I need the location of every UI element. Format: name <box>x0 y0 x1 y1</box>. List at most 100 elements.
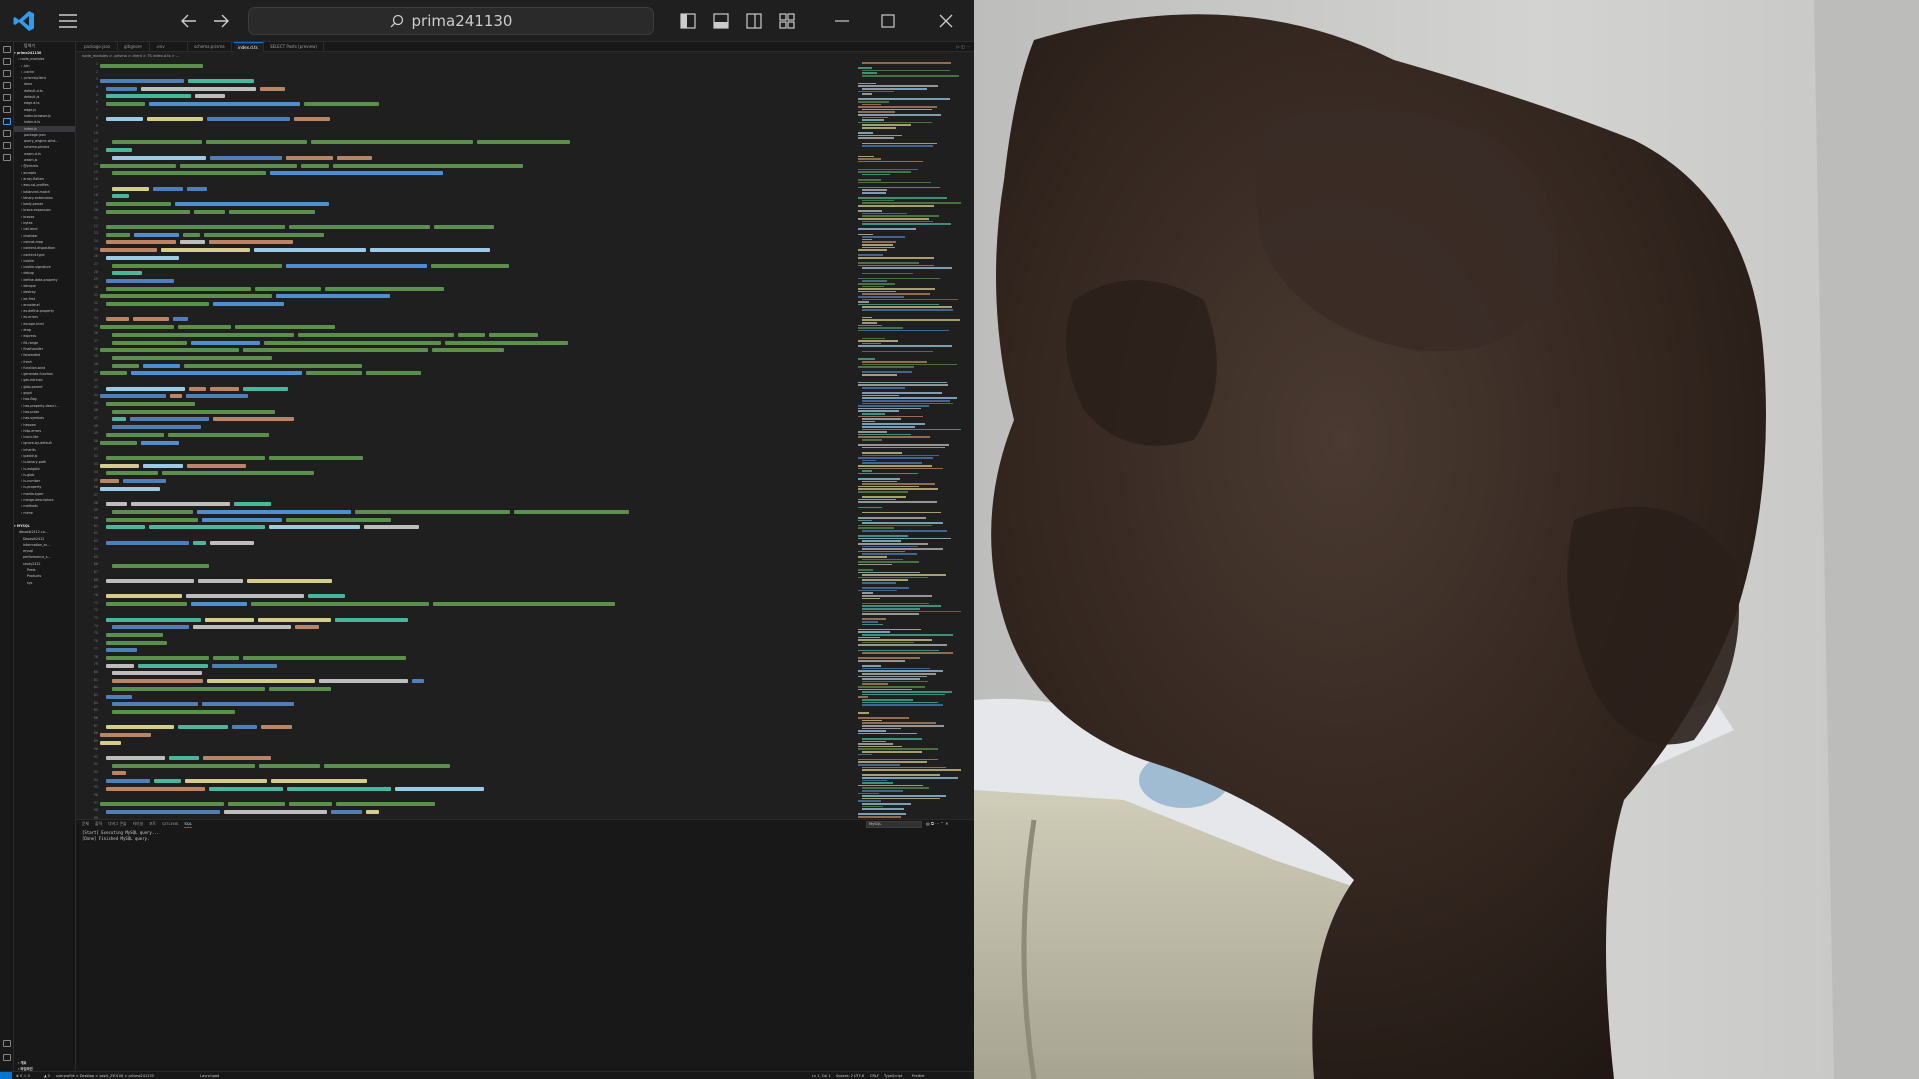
panel-tab[interactable]: 포트 <box>149 820 156 828</box>
extensions-icon[interactable] <box>3 94 11 101</box>
panel-tab[interactable]: GITLENS <box>162 820 178 828</box>
editor-tabs: ▷ ◫ ⋯ package.json gitignore .env schema.pr… <box>76 42 974 52</box>
remote-indicator-icon[interactable] <box>0 1072 12 1079</box>
status-item[interactable]: Spaces: 2 <box>836 1072 853 1079</box>
status-item[interactable]: TypeScript <box>884 1072 902 1079</box>
editor-tab[interactable]: .env <box>152 42 188 52</box>
minimap-line <box>862 722 936 724</box>
status-item[interactable]: CRLF <box>870 1072 879 1079</box>
gitlens-icon[interactable] <box>3 142 11 149</box>
customize-layout-icon[interactable] <box>772 0 802 42</box>
panel-tab[interactable]: 디버그 콘솔 <box>108 820 127 828</box>
minimap[interactable] <box>856 62 962 832</box>
code-token <box>112 271 142 276</box>
minimap-line <box>858 137 894 139</box>
close-icon[interactable] <box>922 0 970 42</box>
status-item[interactable]: ▲ 0 <box>44 1072 50 1079</box>
toggle-panel-icon[interactable] <box>706 0 736 42</box>
minimap-line <box>858 506 882 509</box>
line-number: 65 <box>93 554 98 559</box>
tree-item[interactable]: › mime <box>14 510 75 516</box>
minimap-line <box>862 397 957 399</box>
code-token <box>319 679 408 684</box>
editor-tab[interactable]: package.json <box>80 42 118 52</box>
minimap-line <box>858 205 934 207</box>
minimap-line <box>862 236 905 238</box>
tree-item-label: is-binary-path <box>23 460 47 465</box>
search-icon[interactable] <box>3 58 11 65</box>
source-control-icon[interactable] <box>3 70 11 77</box>
minimap-line <box>862 579 908 581</box>
code-token <box>112 363 139 368</box>
editor-tab[interactable]: schema.prisma <box>190 42 232 52</box>
maximize-icon[interactable] <box>864 0 912 42</box>
gear-icon[interactable] <box>3 1054 11 1061</box>
panel-tab[interactable]: 출력 <box>95 820 102 828</box>
minimap-line <box>862 220 933 223</box>
code-token <box>187 463 246 468</box>
code-token <box>324 763 450 768</box>
minimap-line <box>858 436 930 438</box>
line-number: 85 <box>93 708 98 713</box>
db-tree-item[interactable]: sys <box>14 580 75 586</box>
editor-tab[interactable]: SELECT Posts (preview) <box>266 42 324 52</box>
toggle-secondary-sidebar-icon[interactable] <box>739 0 769 42</box>
minimap-line <box>862 69 950 72</box>
minimap-line <box>858 569 873 571</box>
line-number: 95 <box>93 785 98 790</box>
code-token <box>106 617 201 622</box>
minimap-line <box>862 293 930 295</box>
minimap-line <box>858 696 868 698</box>
tree-item-label: call-bind <box>23 227 38 232</box>
status-item[interactable]: Launchpad <box>200 1072 219 1079</box>
editor-actions[interactable]: ▷ ◫ ⋯ <box>957 42 970 52</box>
editor-tab[interactable]: gitignore <box>120 42 150 52</box>
remote-explorer-icon[interactable] <box>3 106 11 113</box>
line-number: 41 <box>93 369 98 374</box>
minimap-line <box>858 800 881 802</box>
panel-actions[interactable]: ▤ ⧉ ⋯ ⌃ ✕ <box>926 821 948 826</box>
code-token <box>294 117 330 122</box>
tree-item-label: express <box>23 334 37 339</box>
panel-tab[interactable]: SQL <box>184 820 192 828</box>
explorer-sidebar: 탐색기 ▾ prima241130 › node_modules › .bin › … <box>14 42 76 1071</box>
line-number: 29 <box>93 277 98 282</box>
command-center-search[interactable]: prima241130 <box>248 7 654 35</box>
back-arrow-icon[interactable] <box>176 0 202 42</box>
database-icon[interactable] <box>3 118 11 125</box>
breadcrumb[interactable]: node_modules > .prisma > client > TS ind… <box>82 53 179 60</box>
account-icon[interactable] <box>3 1040 11 1047</box>
tree-item-label: merge-descriptors <box>23 498 54 503</box>
tree-item-label: concat-map <box>23 239 43 244</box>
code-token <box>112 409 275 414</box>
editor-tab[interactable]: index.d.ts <box>234 42 264 52</box>
output-line: [Start] Executing MySQL query... <box>82 830 160 835</box>
minimap-line <box>862 652 953 654</box>
code-token <box>366 371 421 376</box>
panel-tab[interactable]: 터미널 <box>133 820 143 828</box>
minimap-line <box>858 410 899 412</box>
run-debug-icon[interactable] <box>3 82 11 89</box>
menu-icon[interactable] <box>52 0 84 42</box>
line-number: 43 <box>93 385 98 390</box>
docker-icon[interactable] <box>3 154 11 161</box>
line-number: 73 <box>93 616 98 621</box>
status-item[interactable]: ⊗ 0 ⚠ 0 <box>16 1072 30 1079</box>
status-item[interactable]: Prettier <box>912 1072 925 1079</box>
status-item[interactable]: Ln 1, Col 1 <box>812 1072 831 1079</box>
status-item[interactable]: UTF-8 <box>854 1072 864 1079</box>
explorer-icon[interactable] <box>3 46 11 53</box>
testing-icon[interactable] <box>3 130 11 137</box>
tree-item-label: bytes <box>23 221 33 226</box>
toggle-primary-sidebar-icon[interactable] <box>673 0 703 42</box>
code-token <box>175 202 329 207</box>
code-token <box>106 278 174 283</box>
code-token <box>458 332 485 337</box>
forward-arrow-icon[interactable] <box>208 0 234 42</box>
status-item[interactable]: userprofile > Desktop > sosik_250106 > p… <box>56 1072 154 1079</box>
line-number: 83 <box>93 693 98 698</box>
minimap-line <box>862 192 886 194</box>
panel-tab[interactable]: 문제 <box>82 820 89 828</box>
minimize-icon[interactable] <box>818 0 866 42</box>
language-select[interactable]: MySQL <box>866 821 922 828</box>
